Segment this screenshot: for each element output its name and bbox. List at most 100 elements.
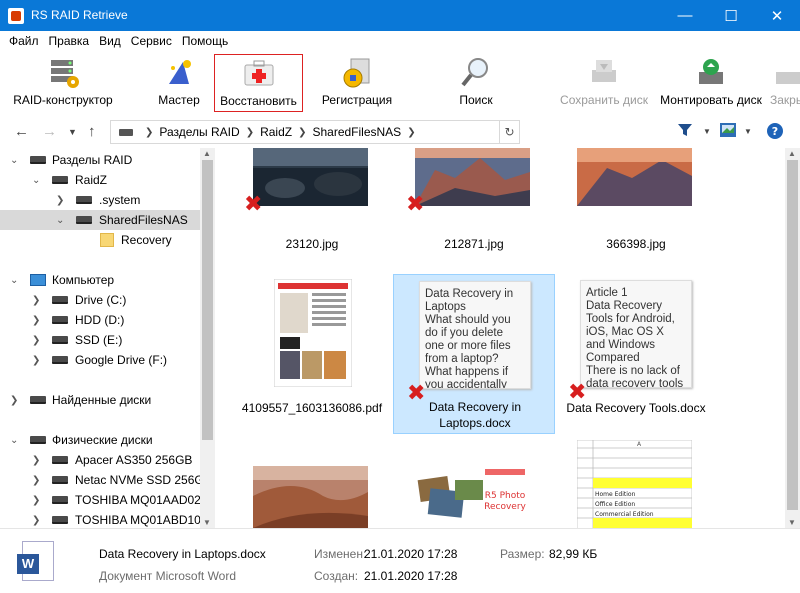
chevron-down-icon[interactable]: ⌄ — [56, 215, 64, 226]
tree-item-raid-partitions[interactable]: ⌄ Разделы RAID — [0, 150, 200, 170]
thumbnail-photo-dunes — [253, 466, 368, 528]
file-name: 212871.jpg — [444, 237, 504, 251]
menu-edit[interactable]: Правка — [44, 31, 95, 51]
tree-item-label: Физические диски — [52, 433, 153, 447]
chevron-right-icon[interactable]: ❯ — [32, 295, 40, 306]
chevron-down-icon[interactable]: ⌄ — [32, 175, 40, 186]
tree-item-found-disks[interactable]: ❯ Найденные диски — [0, 390, 200, 410]
close-button[interactable]: ✕ — [754, 0, 800, 31]
tree-item-drive-c[interactable]: ❯ Drive (C:) — [0, 290, 200, 310]
chevron-right-icon[interactable]: ❯ — [10, 395, 18, 406]
chevron-right-icon[interactable]: ❯ — [32, 495, 40, 506]
chevron-right-icon[interactable]: ❯ — [32, 355, 40, 366]
chevron-right-icon[interactable]: ❯ — [56, 195, 64, 206]
tree-item-hdd-d[interactable]: ❯ HDD (D:) — [0, 310, 200, 330]
history-chevron-icon[interactable]: ▼ — [68, 127, 77, 137]
registration-button[interactable]: Регистрация — [318, 54, 396, 112]
recover-button[interactable]: Восстановить — [214, 54, 303, 112]
help-icon[interactable]: ? — [767, 123, 783, 143]
minimize-button[interactable]: — — [662, 0, 708, 31]
sidebar-scrollbar[interactable]: ▲ ▼ — [200, 148, 215, 528]
tree-item-sharedfilesnas[interactable]: ⌄ SharedFilesNAS — [0, 210, 200, 230]
spreadsheet-row: Home Edition — [595, 491, 636, 498]
details-pane: W Data Recovery in Laptops.docx Документ… — [0, 528, 800, 593]
file-tile[interactable] — [231, 438, 393, 528]
tree-item-ssd-e[interactable]: ❯ SSD (E:) — [0, 330, 200, 350]
tree-item-apacer[interactable]: ❯ Apacer AS350 256GB — [0, 450, 200, 470]
scroll-up-icon[interactable]: ▲ — [203, 149, 211, 158]
wizard-button[interactable]: Мастер — [148, 54, 210, 112]
deleted-mark-icon: ✖ — [244, 191, 263, 216]
menu-file[interactable]: Файл — [4, 31, 44, 51]
scroll-down-icon[interactable]: ▼ — [788, 518, 796, 527]
save-disk-button[interactable]: Сохранить диск — [558, 54, 650, 112]
chevron-right-icon[interactable]: ❯ — [32, 515, 40, 526]
tree-item-google-drive-f[interactable]: ❯ Google Drive (F:) — [0, 350, 200, 370]
deleted-mark-icon: ✖ — [406, 191, 425, 216]
menu-help[interactable]: Помощь — [177, 31, 233, 51]
raid-constructor-button[interactable]: RAID-конструктор — [8, 54, 118, 112]
menu-service[interactable]: Сервис — [126, 31, 177, 51]
tree-item-label: Netac NVMe SSD 256GE — [75, 473, 212, 487]
scroll-down-icon[interactable]: ▼ — [203, 518, 211, 527]
tree-item-physical-disks[interactable]: ⌄ Физические диски — [0, 430, 200, 450]
file-name: Data Recovery Tools.docx — [566, 401, 706, 415]
save-disk-icon — [586, 56, 622, 90]
view-mode-icon[interactable] — [720, 123, 736, 141]
tree-item-computer[interactable]: ⌄ Компьютер — [0, 270, 200, 290]
address-bar[interactable]: ❯ Разделы RAID ❯ RaidZ ❯ SharedFilesNAS … — [110, 120, 520, 144]
file-tile[interactable]: ✖ 212871.jpg — [393, 148, 555, 288]
file-name: Data Recovery in Laptops.docx — [428, 400, 522, 430]
tree-item-recovery[interactable]: Recovery — [0, 230, 200, 250]
chevron-right-icon[interactable]: ❯ — [32, 315, 40, 326]
tree-item-toshiba-2[interactable]: ❯ TOSHIBA MQ01ABD100 — [0, 510, 208, 528]
maximize-button[interactable]: ☐ — [708, 0, 754, 31]
thumbnail-photo-recovery: R5 Photo Recovery — [415, 466, 530, 528]
filter-chevron-icon[interactable]: ▼ — [703, 127, 711, 136]
tree-item-toshiba-1[interactable]: ❯ TOSHIBA MQ01AAD020 — [0, 490, 208, 510]
toolbar: RAID-конструктор Мастер Восстановить Рег… — [0, 51, 800, 116]
filter-icon[interactable] — [677, 122, 693, 142]
breadcrumb-raidz[interactable]: RaidZ — [260, 125, 292, 139]
tree-item-raidz[interactable]: ⌄ RaidZ — [0, 170, 200, 190]
file-tile[interactable]: ✖ 23120.jpg — [231, 148, 393, 288]
drive-icon — [52, 496, 68, 504]
tree-item-netac[interactable]: ❯ Netac NVMe SSD 256GE — [0, 470, 212, 490]
menu-view[interactable]: Вид — [94, 31, 126, 51]
tree-item-system[interactable]: ❯ .system — [0, 190, 200, 210]
mount-disk-button[interactable]: Монтировать диск — [656, 54, 766, 112]
scroll-up-icon[interactable]: ▲ — [788, 149, 796, 158]
scrollbar-thumb[interactable] — [202, 160, 213, 440]
file-tile[interactable]: Data Recovery in Laptops What should you… — [393, 274, 555, 434]
drive-icon — [52, 456, 68, 464]
back-arrow-icon[interactable]: ← — [14, 123, 29, 140]
refresh-icon[interactable]: ↻ — [499, 121, 519, 143]
chevron-right-icon[interactable]: ❯ — [32, 475, 40, 486]
chevron-down-icon[interactable]: ⌄ — [10, 155, 18, 166]
file-tile[interactable]: Article 1 Data Recovery Tools for Androi… — [555, 274, 717, 434]
file-tile[interactable]: 366398.jpg — [555, 148, 717, 288]
view-chevron-icon[interactable]: ▼ — [744, 127, 752, 136]
drive-icon — [52, 296, 68, 304]
close-disk-button[interactable]: Закры — [770, 54, 800, 112]
chevron-down-icon[interactable]: ⌄ — [10, 275, 18, 286]
file-name: 366398.jpg — [606, 237, 666, 251]
up-arrow-icon[interactable]: ↑ — [88, 123, 96, 140]
content-scrollbar[interactable]: ▲ ▼ — [785, 148, 800, 528]
file-tile[interactable]: A Home Edition Office Edition Commercial… — [555, 438, 717, 528]
scrollbar-thumb[interactable] — [787, 160, 798, 510]
chevron-right-icon[interactable]: ❯ — [32, 335, 40, 346]
file-tile[interactable]: 4109557_1603136086.pdf — [231, 274, 393, 434]
breadcrumb-sharedfilesnas[interactable]: SharedFilesNAS — [312, 125, 401, 139]
search-button[interactable]: Поиск — [448, 54, 504, 112]
chevron-down-icon[interactable]: ⌄ — [10, 435, 18, 446]
size-value: 82,99 КБ — [549, 547, 598, 561]
chevron-right-icon[interactable]: ❯ — [32, 455, 40, 466]
drive-icon — [52, 336, 68, 344]
file-tile[interactable]: R5 Photo Recovery — [393, 438, 555, 528]
file-grid: ✖ 23120.jpg ✖ 212871.jpg 366398.jpg 4109… — [215, 148, 800, 528]
forward-arrow-icon[interactable]: → — [42, 123, 57, 140]
thumbnail-photo-sunset — [577, 148, 692, 206]
breadcrumb-raid-partitions[interactable]: Разделы RAID — [159, 125, 239, 139]
search-label: Поиск — [459, 93, 493, 107]
